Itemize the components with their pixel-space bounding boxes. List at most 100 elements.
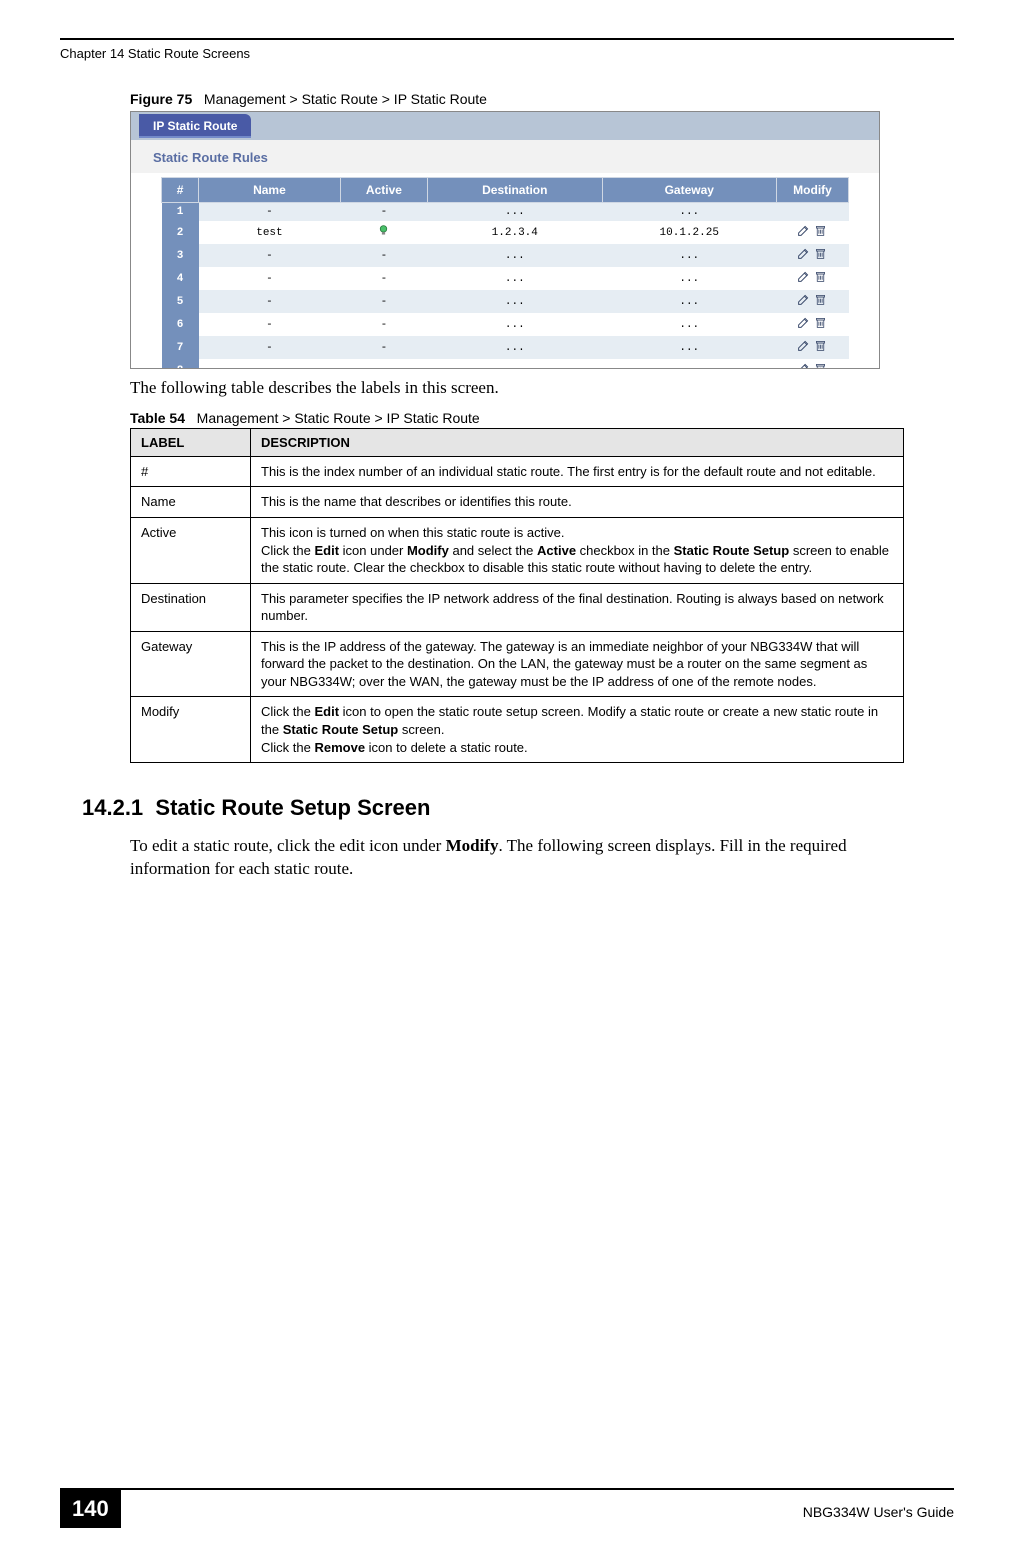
tab-bar: IP Static Route bbox=[131, 112, 879, 140]
row-gateway: ... bbox=[602, 313, 776, 336]
table-label: Table 54 bbox=[130, 410, 185, 426]
tab-ip-static-route[interactable]: IP Static Route bbox=[139, 114, 251, 138]
table-row: ActiveThis icon is turned on when this s… bbox=[131, 518, 904, 584]
row-active bbox=[340, 221, 427, 244]
remove-icon[interactable] bbox=[814, 316, 827, 329]
row-destination: ... bbox=[428, 203, 602, 222]
row-gateway: ... bbox=[602, 336, 776, 359]
desc-label: Name bbox=[131, 487, 251, 518]
row-gateway: ... bbox=[602, 267, 776, 290]
desc-text: This is the index number of an individua… bbox=[251, 456, 904, 487]
col-header-modify: Modify bbox=[776, 178, 848, 203]
row-index: 3 bbox=[162, 244, 199, 267]
remove-icon[interactable] bbox=[814, 362, 827, 369]
table-caption-text: Management > Static Route > IP Static Ro… bbox=[197, 410, 480, 426]
row-name: - bbox=[199, 336, 341, 359]
edit-icon[interactable] bbox=[797, 339, 810, 352]
desc-text: This is the IP address of the gateway. T… bbox=[251, 631, 904, 697]
page-number: 140 bbox=[60, 1490, 121, 1528]
table-row: 2test1.2.3.410.1.2.25 bbox=[162, 221, 849, 244]
row-index: 1 bbox=[162, 203, 199, 222]
row-destination: ... bbox=[428, 244, 602, 267]
table-row: NameThis is the name that describes or i… bbox=[131, 487, 904, 518]
row-destination: ... bbox=[428, 290, 602, 313]
row-modify bbox=[776, 290, 848, 313]
edit-icon[interactable] bbox=[797, 270, 810, 283]
table-row: #This is the index number of an individu… bbox=[131, 456, 904, 487]
desc-label: Destination bbox=[131, 583, 251, 631]
row-active: - bbox=[340, 203, 427, 222]
table-row: GatewayThis is the IP address of the gat… bbox=[131, 631, 904, 697]
page-footer: 140 NBG334W User's Guide bbox=[60, 1488, 954, 1528]
desc-text: This icon is turned on when this static … bbox=[251, 518, 904, 584]
table-row: DestinationThis parameter specifies the … bbox=[131, 583, 904, 631]
remove-icon[interactable] bbox=[814, 293, 827, 306]
table-row: 4--...... bbox=[162, 267, 849, 290]
desc-label: Modify bbox=[131, 697, 251, 763]
section-number: 14.2.1 bbox=[82, 795, 143, 820]
static-route-table: # Name Active Destination Gateway Modify… bbox=[161, 177, 849, 369]
label-description-table: LABEL DESCRIPTION #This is the index num… bbox=[130, 428, 904, 763]
screenshot-ip-static-route: IP Static Route Static Route Rules # Nam… bbox=[130, 111, 880, 369]
row-name: - bbox=[199, 359, 341, 369]
row-active: - bbox=[340, 244, 427, 267]
table-row: 3--...... bbox=[162, 244, 849, 267]
row-name: - bbox=[199, 290, 341, 313]
remove-icon[interactable] bbox=[814, 224, 827, 237]
row-name: - bbox=[199, 244, 341, 267]
row-name: - bbox=[199, 203, 341, 222]
row-modify bbox=[776, 359, 848, 369]
remove-icon[interactable] bbox=[814, 270, 827, 283]
row-index: 7 bbox=[162, 336, 199, 359]
edit-icon[interactable] bbox=[797, 293, 810, 306]
table-row: 6--...... bbox=[162, 313, 849, 336]
edit-icon[interactable] bbox=[797, 247, 810, 260]
row-modify bbox=[776, 313, 848, 336]
col-header-destination: Destination bbox=[428, 178, 602, 203]
desc-label: Active bbox=[131, 518, 251, 584]
row-gateway: ... bbox=[602, 203, 776, 222]
row-modify bbox=[776, 203, 848, 222]
table-caption: Table 54 Management > Static Route > IP … bbox=[130, 410, 904, 426]
row-modify bbox=[776, 221, 848, 244]
desc-header-label: LABEL bbox=[131, 428, 251, 456]
row-destination: ... bbox=[428, 313, 602, 336]
row-active: - bbox=[340, 313, 427, 336]
edit-icon[interactable] bbox=[797, 224, 810, 237]
footer-guide: NBG334W User's Guide bbox=[803, 1504, 954, 1520]
row-destination: ... bbox=[428, 336, 602, 359]
row-modify bbox=[776, 267, 848, 290]
desc-text: This parameter specifies the IP network … bbox=[251, 583, 904, 631]
table-row: 1--...... bbox=[162, 203, 849, 222]
row-gateway: ... bbox=[602, 244, 776, 267]
row-index: 8 bbox=[162, 359, 199, 369]
section-body: To edit a static route, click the edit i… bbox=[130, 835, 904, 881]
col-header-gateway: Gateway bbox=[602, 178, 776, 203]
remove-icon[interactable] bbox=[814, 247, 827, 260]
edit-icon[interactable] bbox=[797, 316, 810, 329]
table-row: 7--...... bbox=[162, 336, 849, 359]
intro-text: The following table describes the labels… bbox=[130, 377, 904, 400]
row-modify bbox=[776, 244, 848, 267]
table-row: ModifyClick the Edit icon to open the st… bbox=[131, 697, 904, 763]
row-destination: ... bbox=[428, 267, 602, 290]
edit-icon[interactable] bbox=[797, 362, 810, 369]
col-header-name: Name bbox=[199, 178, 341, 203]
running-header: Chapter 14 Static Route Screens bbox=[60, 38, 954, 61]
remove-icon[interactable] bbox=[814, 339, 827, 352]
desc-text: This is the name that describes or ident… bbox=[251, 487, 904, 518]
lightbulb-icon bbox=[377, 224, 390, 237]
row-gateway: ... bbox=[602, 359, 776, 369]
row-name: test bbox=[199, 221, 341, 244]
row-active: - bbox=[340, 290, 427, 313]
row-destination: 1.2.3.4 bbox=[428, 221, 602, 244]
row-index: 2 bbox=[162, 221, 199, 244]
row-active: - bbox=[340, 359, 427, 369]
desc-header-desc: DESCRIPTION bbox=[251, 428, 904, 456]
section-title: Static Route Setup Screen bbox=[155, 795, 430, 820]
figure-label: Figure 75 bbox=[130, 91, 192, 107]
desc-label: Gateway bbox=[131, 631, 251, 697]
row-active: - bbox=[340, 267, 427, 290]
row-gateway: ... bbox=[602, 290, 776, 313]
row-index: 5 bbox=[162, 290, 199, 313]
